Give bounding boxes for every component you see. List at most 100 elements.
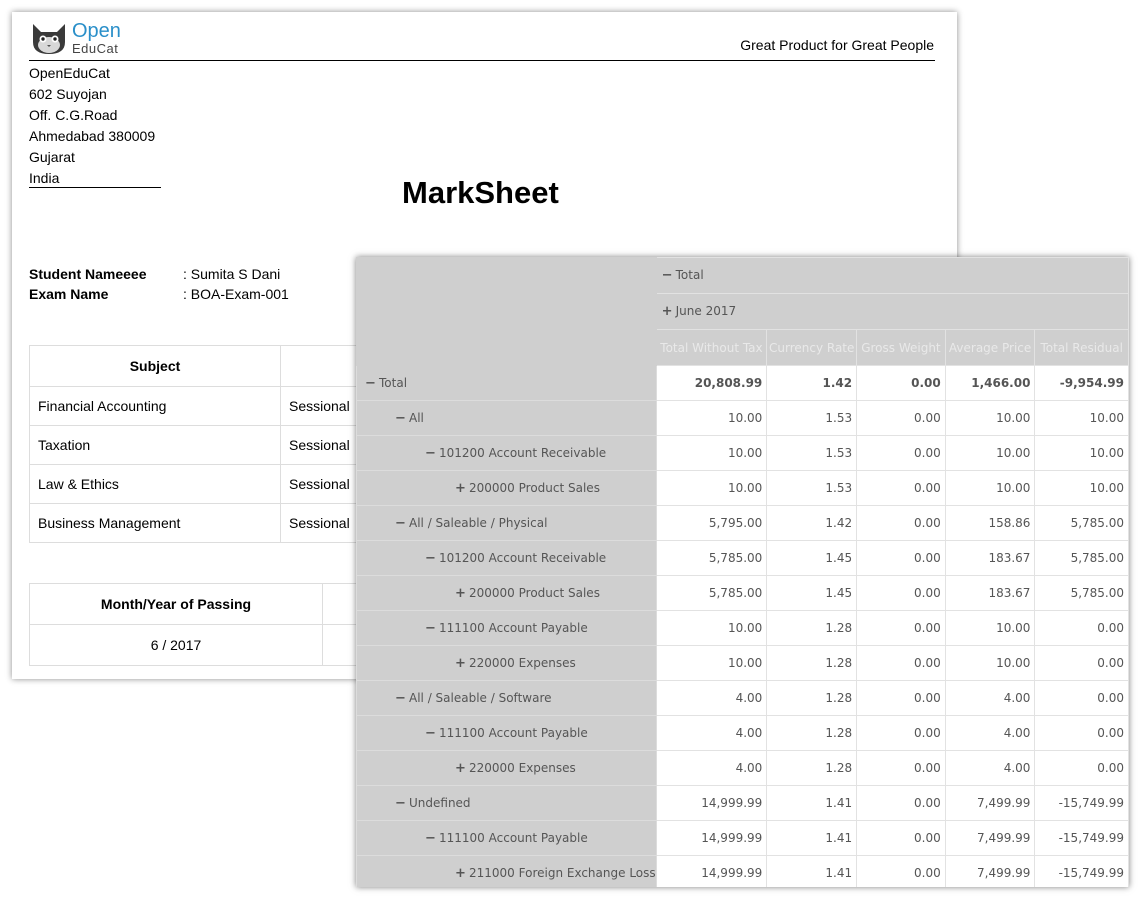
pivot-value-cell[interactable]: 0.00 [856,645,946,681]
col-header-total[interactable]: − Total [655,257,1129,294]
pivot-value-cell[interactable]: 1.53 [766,470,858,506]
pivot-value-cell[interactable]: 10.00 [1034,400,1129,436]
pivot-value-cell[interactable]: 10.00 [1034,470,1129,506]
pivot-value-cell[interactable]: 0.00 [856,820,946,856]
pivot-row-header[interactable]: − Undefined [356,785,657,821]
pivot-value-cell[interactable]: 0.00 [856,855,946,887]
pivot-value-cell[interactable]: 1.53 [766,400,858,436]
pivot-value-cell[interactable]: 7,499.99 [944,785,1036,821]
pivot-value-cell[interactable]: 5,785.00 [655,575,768,611]
pivot-row-header[interactable]: − All / Saleable / Software [356,680,657,716]
pivot-value-cell[interactable]: 158.86 [944,505,1036,541]
measure-header[interactable]: Total Residual [1034,329,1129,366]
pivot-value-cell[interactable]: 4.00 [944,680,1036,716]
pivot-value-cell[interactable]: 1.53 [766,435,858,471]
pivot-value-cell[interactable]: 0.00 [856,470,946,506]
pivot-value-cell[interactable]: 5,785.00 [655,540,768,576]
pivot-value-cell[interactable]: 4.00 [655,715,768,751]
pivot-value-cell[interactable]: 0.00 [1034,750,1129,786]
pivot-value-cell[interactable]: 1.41 [766,820,858,856]
pivot-value-cell[interactable]: 5,785.00 [1034,540,1129,576]
pivot-value-cell[interactable]: -9,954.99 [1034,365,1129,401]
pivot-value-cell[interactable]: -15,749.99 [1034,820,1129,856]
pivot-row-header[interactable]: +200000 Product Sales [356,575,657,611]
pivot-value-cell[interactable]: 0.00 [856,365,946,401]
pivot-value-cell[interactable]: 4.00 [655,680,768,716]
measure-header[interactable]: Gross Weight [856,329,946,366]
pivot-row-header[interactable]: −111100 Account Payable [356,820,657,856]
pivot-value-cell[interactable]: 1.28 [766,645,858,681]
pivot-value-cell[interactable]: 1,466.00 [944,365,1036,401]
pivot-value-cell[interactable]: 5,785.00 [1034,575,1129,611]
pivot-value-cell[interactable]: 10.00 [944,610,1036,646]
pivot-row-header[interactable]: +200000 Product Sales [356,470,657,506]
collapse-icon: − [425,550,436,566]
pivot-value-cell[interactable]: 1.45 [766,540,858,576]
pivot-row-header[interactable]: +211000 Foreign Exchange Loss [356,855,657,887]
pivot-row-header[interactable]: − Total [356,365,657,401]
pivot-value-cell[interactable]: -15,749.99 [1034,785,1129,821]
pivot-value-cell[interactable]: 0.00 [856,435,946,471]
pivot-value-cell[interactable]: 10.00 [944,470,1036,506]
pivot-value-cell[interactable]: 5,795.00 [655,505,768,541]
pivot-row-header[interactable]: − All / Saleable / Physical [356,505,657,541]
pivot-row-header[interactable]: − All [356,400,657,436]
measure-header[interactable]: Average Price [944,329,1036,366]
pivot-value-cell[interactable]: 10.00 [655,400,768,436]
pivot-value-cell[interactable]: 0.00 [856,610,946,646]
pivot-value-cell[interactable]: -15,749.99 [1034,855,1129,887]
pivot-value-cell[interactable]: 183.67 [944,575,1036,611]
pivot-value-cell[interactable]: 1.28 [766,680,858,716]
cat-logo-icon [33,24,65,54]
pivot-row-header[interactable]: +220000 Expenses [356,645,657,681]
pivot-value-cell[interactable]: 0.00 [856,750,946,786]
pivot-value-cell[interactable]: 14,999.99 [655,785,768,821]
pivot-value-cell[interactable]: 4.00 [944,715,1036,751]
pivot-value-cell[interactable]: 1.28 [766,715,858,751]
pivot-value-cell[interactable]: 1.28 [766,610,858,646]
pivot-value-cell[interactable]: 1.41 [766,855,858,887]
pivot-value-cell[interactable]: 0.00 [856,785,946,821]
pivot-value-cell[interactable]: 10.00 [944,645,1036,681]
pivot-value-cell[interactable]: 10.00 [944,400,1036,436]
pivot-value-cell[interactable]: 10.00 [944,435,1036,471]
pivot-value-cell[interactable]: 5,785.00 [1034,505,1129,541]
pivot-value-cell[interactable]: 0.00 [856,575,946,611]
pivot-value-cell[interactable]: 0.00 [856,540,946,576]
pivot-value-cell[interactable]: 0.00 [856,715,946,751]
pivot-value-cell[interactable]: 10.00 [655,435,768,471]
pivot-value-cell[interactable]: 0.00 [856,680,946,716]
pivot-value-cell[interactable]: 4.00 [655,750,768,786]
pivot-value-cell[interactable]: 0.00 [1034,715,1129,751]
col-header-june-2017[interactable]: + June 2017 [655,293,1129,330]
pivot-value-cell[interactable]: 0.00 [856,505,946,541]
pivot-value-cell[interactable]: 10.00 [655,610,768,646]
pivot-value-cell[interactable]: 1.45 [766,575,858,611]
pivot-value-cell[interactable]: 1.42 [766,505,858,541]
pivot-value-cell[interactable]: 0.00 [1034,610,1129,646]
pivot-value-cell[interactable]: 20,808.99 [655,365,768,401]
pivot-value-cell[interactable]: 10.00 [655,470,768,506]
pivot-value-cell[interactable]: 10.00 [655,645,768,681]
pivot-row-header[interactable]: −101200 Account Receivable [356,435,657,471]
table-row: − Undefined 14,999.99 1.41 0.00 7,499.99 -15,7… [356,785,1129,821]
pivot-row-header[interactable]: −101200 Account Receivable [356,540,657,576]
pivot-value-cell[interactable]: 10.00 [1034,435,1129,471]
pivot-value-cell[interactable]: 0.00 [856,400,946,436]
pivot-value-cell[interactable]: 7,499.99 [944,820,1036,856]
pivot-value-cell[interactable]: 1.28 [766,750,858,786]
pivot-row-header[interactable]: −111100 Account Payable [356,715,657,751]
pivot-value-cell[interactable]: 1.41 [766,785,858,821]
pivot-value-cell[interactable]: 14,999.99 [655,820,768,856]
pivot-value-cell[interactable]: 0.00 [1034,680,1129,716]
pivot-value-cell[interactable]: 1.42 [766,365,858,401]
pivot-row-header[interactable]: −111100 Account Payable [356,610,657,646]
pivot-row-header[interactable]: +220000 Expenses [356,750,657,786]
pivot-value-cell[interactable]: 0.00 [1034,645,1129,681]
pivot-value-cell[interactable]: 7,499.99 [944,855,1036,887]
pivot-value-cell[interactable]: 14,999.99 [655,855,768,887]
pivot-value-cell[interactable]: 183.67 [944,540,1036,576]
pivot-value-cell[interactable]: 4.00 [944,750,1036,786]
measure-header[interactable]: Currency Rate [766,329,858,366]
measure-header[interactable]: Total Without Tax [655,329,768,366]
